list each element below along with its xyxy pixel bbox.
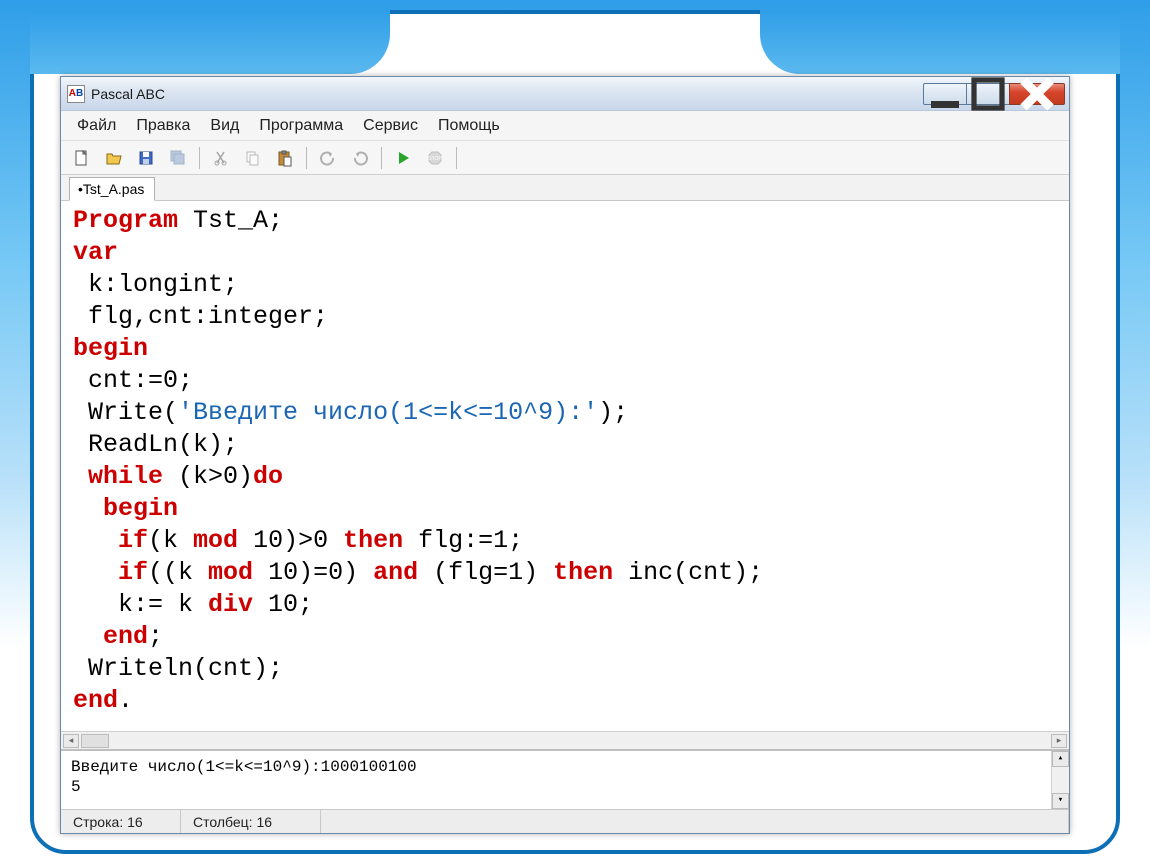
menu-view[interactable]: Вид bbox=[202, 113, 247, 139]
menu-service[interactable]: Сервис bbox=[355, 113, 426, 139]
window-title: Pascal ABC bbox=[91, 86, 924, 102]
save-icon[interactable] bbox=[135, 147, 157, 169]
app-icon-b: B bbox=[76, 88, 83, 99]
stop-icon[interactable]: STOP bbox=[424, 147, 446, 169]
open-file-icon[interactable] bbox=[103, 147, 125, 169]
scroll-left-button[interactable]: ◂ bbox=[63, 734, 79, 748]
minimize-button[interactable] bbox=[923, 83, 967, 105]
copy-icon[interactable] bbox=[242, 147, 264, 169]
output-line-1: Введите число(1<=k<=10^9):1000100100 bbox=[71, 758, 417, 776]
output-line-2: 5 bbox=[71, 778, 81, 796]
toolbar-separator bbox=[199, 147, 200, 169]
new-file-icon[interactable] bbox=[71, 147, 93, 169]
file-tab[interactable]: •Tst_A.pas bbox=[69, 177, 155, 201]
scroll-down-button[interactable]: ▾ bbox=[1052, 793, 1069, 809]
menubar: Файл Правка Вид Программа Сервис Помощь bbox=[61, 111, 1069, 141]
output-vertical-scrollbar[interactable]: ▴ ▾ bbox=[1051, 751, 1069, 809]
app-window: AB Pascal ABC Файл Правка Вид Программа … bbox=[60, 76, 1070, 834]
status-col: Столбец: 16 bbox=[181, 810, 321, 833]
undo-icon[interactable] bbox=[317, 147, 339, 169]
toolbar: STOP bbox=[61, 141, 1069, 175]
titlebar[interactable]: AB Pascal ABC bbox=[61, 77, 1069, 111]
svg-text:STOP: STOP bbox=[428, 156, 442, 162]
paste-icon[interactable] bbox=[274, 147, 296, 169]
menu-program[interactable]: Программа bbox=[251, 113, 351, 139]
code-content[interactable]: Program Tst_A; var k:longint; flg,cnt:in… bbox=[73, 205, 1057, 717]
status-row: Строка: 16 bbox=[61, 810, 181, 833]
window-controls bbox=[924, 83, 1065, 105]
output-panel[interactable]: Введите число(1<=k<=10^9):1000100100 5 ▴… bbox=[61, 749, 1069, 809]
save-all-icon[interactable] bbox=[167, 147, 189, 169]
toolbar-separator bbox=[381, 147, 382, 169]
scroll-up-button[interactable]: ▴ bbox=[1052, 751, 1069, 767]
status-bar: Строка: 16 Столбец: 16 bbox=[61, 809, 1069, 833]
code-editor[interactable]: Program Tst_A; var k:longint; flg,cnt:in… bbox=[61, 201, 1069, 731]
scroll-right-button[interactable]: ▸ bbox=[1051, 734, 1067, 748]
app-icon-a: A bbox=[69, 88, 76, 99]
redo-icon[interactable] bbox=[349, 147, 371, 169]
app-icon: AB bbox=[67, 85, 85, 103]
maximize-button[interactable] bbox=[966, 83, 1010, 105]
menu-help[interactable]: Помощь bbox=[430, 113, 508, 139]
run-icon[interactable] bbox=[392, 147, 414, 169]
close-button[interactable] bbox=[1009, 83, 1065, 105]
menu-edit[interactable]: Правка bbox=[128, 113, 198, 139]
menu-file[interactable]: Файл bbox=[69, 113, 124, 139]
cut-icon[interactable] bbox=[210, 147, 232, 169]
status-empty bbox=[321, 810, 1069, 833]
scroll-thumb[interactable] bbox=[81, 734, 109, 748]
toolbar-separator bbox=[306, 147, 307, 169]
horizontal-scrollbar[interactable]: ◂ ▸ bbox=[61, 731, 1069, 749]
scroll-track[interactable] bbox=[1052, 767, 1069, 793]
tab-bar: •Tst_A.pas bbox=[61, 175, 1069, 201]
toolbar-separator bbox=[456, 147, 457, 169]
